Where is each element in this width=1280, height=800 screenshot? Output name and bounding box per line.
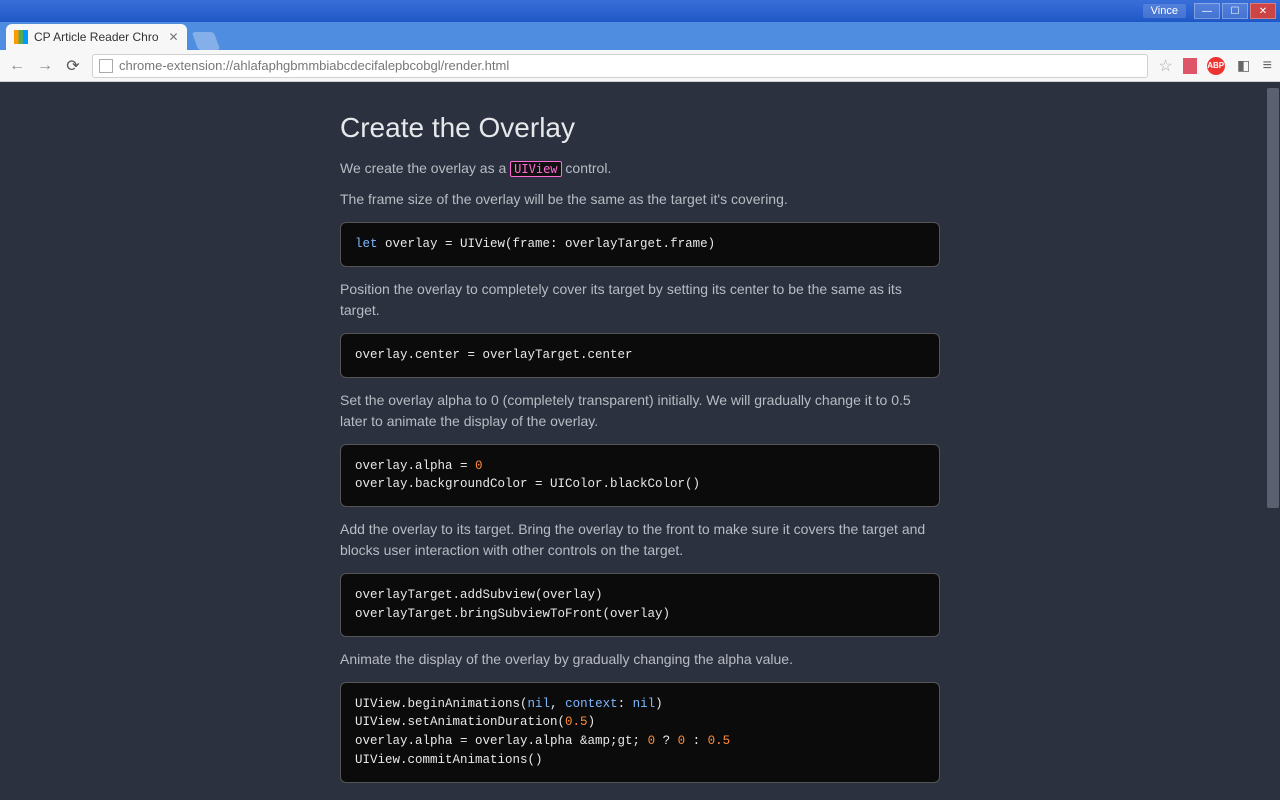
window-maximize-button[interactable]: ☐ <box>1222 3 1248 19</box>
back-button[interactable]: ← <box>8 57 26 75</box>
paragraph: Add the overlay to its target. Bring the… <box>340 519 940 561</box>
article-body: Create the Overlay We create the overlay… <box>340 82 940 800</box>
scrollbar-thumb[interactable] <box>1267 88 1279 508</box>
tab-title: CP Article Reader Chro <box>34 30 159 44</box>
url-text: chrome-extension://ahlafaphgbmmbiabcdeci… <box>119 58 509 73</box>
paragraph: The frame size of the overlay will be th… <box>340 189 940 210</box>
code-block[interactable]: overlayTarget.addSubview(overlay) overla… <box>340 573 940 637</box>
inline-code-uiview: UIView <box>510 161 561 177</box>
browser-tabstrip: CP Article Reader Chro ✕ <box>0 22 1280 50</box>
window-user-badge: Vince <box>1143 4 1186 18</box>
abp-extension-icon[interactable]: ABP <box>1207 57 1225 75</box>
window-close-button[interactable]: ✕ <box>1250 3 1276 19</box>
paragraph: Set the overlay alpha to 0 (completely t… <box>340 390 940 432</box>
window-titlebar: Vince — ☐ ✕ <box>0 0 1280 22</box>
page-vertical-scrollbar[interactable] <box>1266 82 1280 800</box>
tab-close-icon[interactable]: ✕ <box>168 30 178 44</box>
code-block[interactable]: let overlay = UIView(frame: overlayTarge… <box>340 222 940 267</box>
reload-button[interactable]: ⟳ <box>64 56 82 76</box>
tab-favicon-icon <box>14 30 28 44</box>
forward-button[interactable]: → <box>36 57 54 75</box>
code-block[interactable]: UIView.beginAnimations(nil, context: nil… <box>340 682 940 783</box>
paragraph: Animate the display of the overlay by gr… <box>340 649 940 670</box>
browser-toolbar: ← → ⟳ chrome-extension://ahlafaphgbmmbia… <box>0 50 1280 82</box>
extension-toggle-icon[interactable]: ◧ <box>1235 57 1253 75</box>
code-block[interactable]: overlay.center = overlayTarget.center <box>340 333 940 378</box>
heading-create-overlay: Create the Overlay <box>340 112 940 144</box>
extension-icon[interactable] <box>1183 58 1197 74</box>
page-content: Create the Overlay We create the overlay… <box>0 82 1280 800</box>
browser-tab-active[interactable]: CP Article Reader Chro ✕ <box>6 24 187 50</box>
paragraph: Position the overlay to completely cover… <box>340 279 940 321</box>
page-info-icon[interactable] <box>99 59 113 73</box>
address-bar[interactable]: chrome-extension://ahlafaphgbmmbiabcdeci… <box>92 54 1148 78</box>
chrome-menu-icon[interactable]: ≡ <box>1263 57 1272 75</box>
new-tab-button[interactable] <box>191 32 220 50</box>
paragraph: We create the overlay as a UIView contro… <box>340 158 940 179</box>
code-block[interactable]: overlay.alpha = 0 overlay.backgroundColo… <box>340 444 940 508</box>
window-minimize-button[interactable]: — <box>1194 3 1220 19</box>
bookmark-star-icon[interactable]: ☆ <box>1158 56 1172 76</box>
